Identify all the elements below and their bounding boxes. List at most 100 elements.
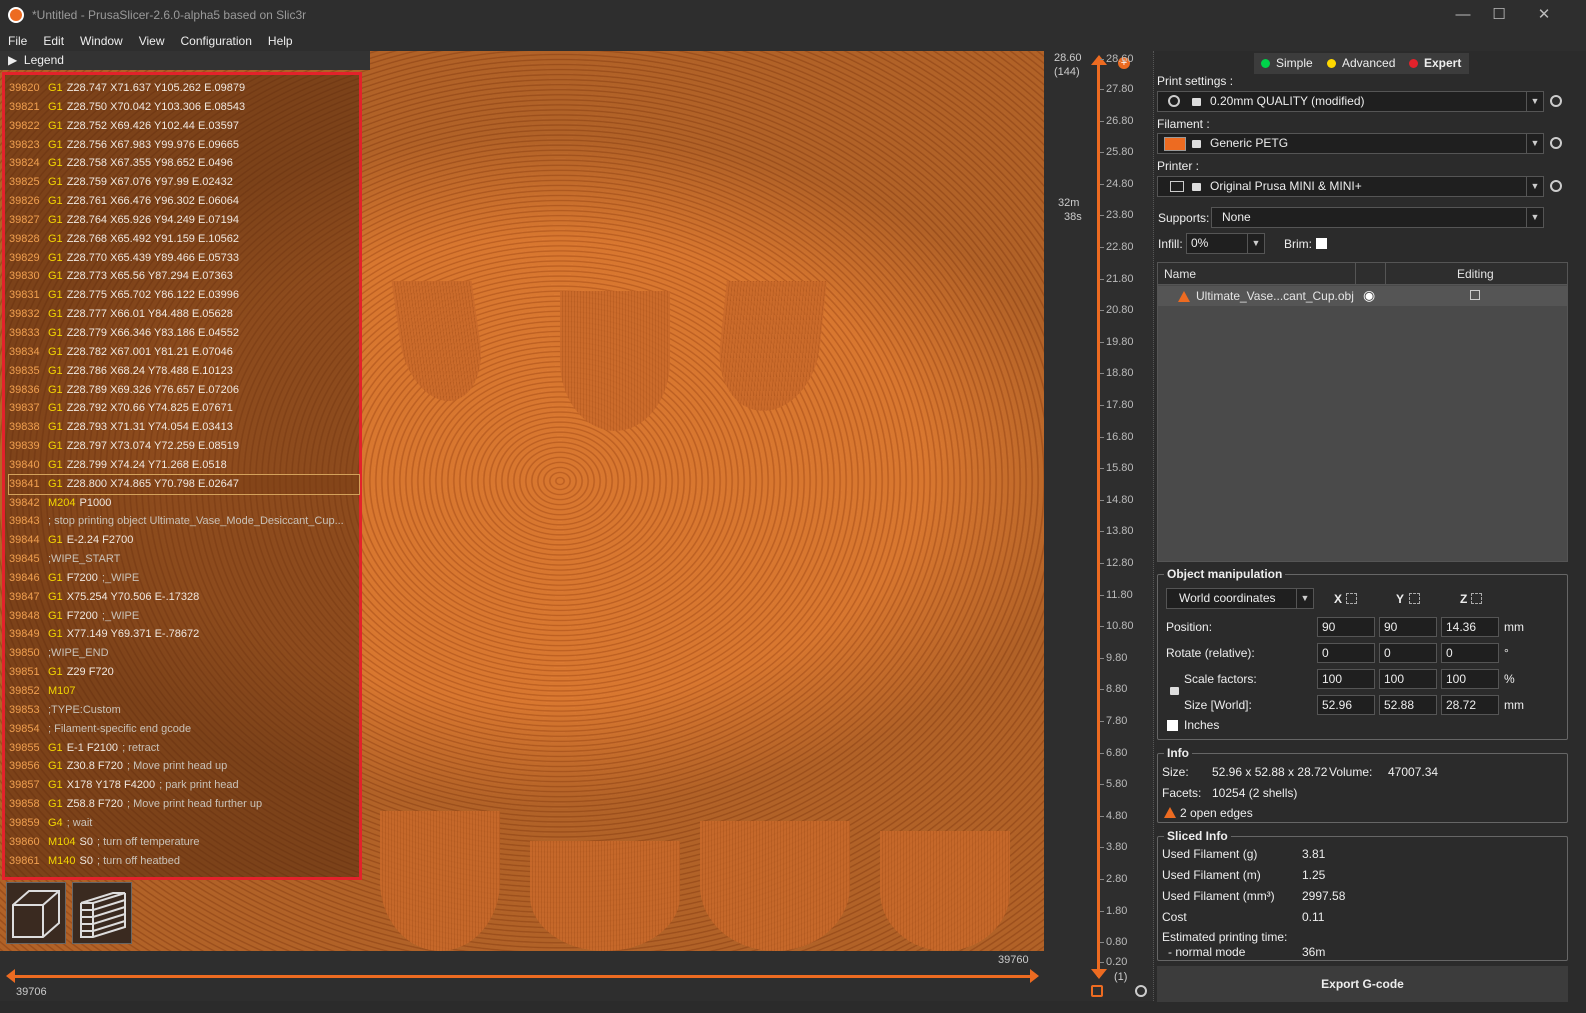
drop-to-bed-icon[interactable] [1346, 593, 1357, 604]
gcode-params: Z28.797 X73.074 Y72.259 E.08519 [66, 440, 239, 453]
filament-color-swatch[interactable] [1164, 137, 1186, 151]
horizontal-slider-track[interactable] [12, 975, 1032, 978]
gcode-line: 39853 ;TYPE:Custom [9, 701, 359, 720]
column-name[interactable]: Name [1164, 267, 1196, 281]
layer-tick-label: 18.80 [1100, 367, 1150, 379]
printer-icon [1170, 181, 1184, 192]
gcode-params: Z28.752 X69.426 Y102.44 E.03597 [66, 119, 239, 132]
gcode-command: G1 [48, 326, 63, 339]
manip-field-y[interactable]: 100 [1379, 669, 1437, 689]
gcode-command: G1 [48, 308, 63, 321]
gcode-comment: ;_WIPE [101, 609, 140, 622]
layer-tick-label: 19.80 [1100, 336, 1150, 348]
layer-top-value: 28.60 [1054, 52, 1082, 64]
gcode-params: Z28.789 X69.326 Y76.657 E.07206 [66, 383, 239, 396]
printer-combo[interactable]: Original Prusa MINI & MINI+ ▼ [1157, 176, 1544, 197]
line-number: 39823 [9, 138, 40, 151]
supports-combo[interactable]: None ▼ [1211, 207, 1544, 228]
menu-view[interactable]: View [131, 34, 173, 48]
horizontal-move-slider[interactable]: 39760 39706 [0, 951, 1044, 1001]
gcode-line: 39835 G1 Z28.786 X68.24 Y78.488 E.10123 [9, 362, 359, 381]
model-cup-shape [700, 821, 850, 951]
column-editing[interactable]: Editing [1457, 267, 1494, 281]
layer-tick-label: 23.80 [1100, 209, 1150, 221]
filament-gear-icon[interactable] [1550, 137, 1562, 149]
manip-unit: mm [1504, 698, 1524, 712]
print-settings-combo[interactable]: 0.20mm QUALITY (modified) ▼ [1157, 91, 1544, 112]
close-icon[interactable]: ✕ [1521, 0, 1567, 30]
unlock-icon[interactable] [1091, 985, 1103, 997]
export-gcode-button[interactable]: Export G-code [1157, 966, 1568, 1002]
gcode-command: G1 [48, 138, 63, 151]
manip-field-z[interactable]: 100 [1441, 669, 1499, 689]
filament-combo[interactable]: Generic PETG ▼ [1157, 133, 1544, 154]
vertical-layer-slider[interactable]: 28.60 (144) 32m 38s + (1) 28.60 27.80 26.8… [1044, 51, 1154, 1001]
slider-bottom-thumb[interactable] [1091, 969, 1107, 979]
edit-settings-icon[interactable] [1470, 290, 1480, 300]
gcode-params: X75.254 Y70.506 E-.17328 [66, 590, 200, 603]
scale-lock-icon[interactable] [1170, 687, 1179, 695]
preview-layers-icon[interactable] [72, 882, 132, 944]
gcode-line: 39848 G1 F7200 ;_WIPE [9, 607, 359, 626]
gcode-line: 39827 G1 Z28.764 X65.926 Y94.249 E.07194 [9, 211, 359, 230]
mode-simple-button[interactable]: Simple [1254, 53, 1321, 74]
menu-file[interactable]: File [0, 34, 35, 48]
manip-field-z[interactable]: 28.72 [1441, 695, 1499, 715]
vertical-slider-track[interactable] [1097, 61, 1100, 977]
mode-advanced-button[interactable]: Advanced [1320, 53, 1404, 74]
manip-field-y[interactable]: 52.88 [1379, 695, 1437, 715]
maximize-icon[interactable]: ☐ [1476, 0, 1522, 30]
print-settings-gear-icon[interactable] [1550, 95, 1562, 107]
object-list-header: Name Editing [1158, 263, 1567, 285]
gcode-params: Z28.799 X74.24 Y71.268 E.0518 [66, 458, 227, 471]
menu-window[interactable]: Window [72, 34, 131, 48]
infill-combo[interactable]: 0% ▼ [1186, 233, 1265, 254]
object-row[interactable]: Ultimate_Vase...cant_Cup.obj ◉ [1158, 286, 1567, 306]
layer-tick-label: 0.80 [1100, 936, 1150, 948]
manip-field-y[interactable]: 0 [1379, 643, 1437, 663]
gcode-command: G1 [48, 741, 63, 754]
drop-to-bed-icon[interactable] [1409, 593, 1420, 604]
manip-field-x[interactable]: 52.96 [1317, 695, 1375, 715]
line-number: 39842 [9, 496, 40, 509]
slider-top-thumb[interactable] [1091, 55, 1107, 65]
gcode-command: G1 [48, 628, 63, 641]
gcode-line: 39837 G1 Z28.792 X70.66 Y74.825 E.07671 [9, 399, 359, 418]
manip-field-z[interactable]: 14.36 [1441, 617, 1499, 637]
menu-help[interactable]: Help [260, 34, 301, 48]
menu-configuration[interactable]: Configuration [173, 34, 260, 48]
warning-icon[interactable] [1178, 291, 1190, 302]
legend-label: Legend [23, 53, 64, 67]
brim-checkbox[interactable] [1316, 238, 1327, 249]
layer-top-index: (144) [1054, 66, 1080, 78]
manip-field-y[interactable]: 90 [1379, 617, 1437, 637]
object-manipulation-title: Object manipulation [1164, 567, 1286, 581]
gcode-params: Z28.800 X74.865 Y70.798 E.02647 [66, 477, 239, 490]
gcode-line: 39845 ;WIPE_START [9, 550, 359, 569]
manip-field-x[interactable]: 90 [1317, 617, 1375, 637]
line-number: 39856 [9, 760, 40, 773]
inches-checkbox[interactable] [1167, 720, 1178, 731]
legend-toggle[interactable]: ▶ Legend [0, 51, 370, 70]
3d-view-icon[interactable] [6, 882, 66, 944]
gcode-line: 39860 M104 S0 ; turn off temperature [9, 833, 359, 852]
slider-lower-thumb[interactable] [6, 969, 15, 983]
manip-field-x[interactable]: 0 [1317, 643, 1375, 663]
menu-edit[interactable]: Edit [35, 34, 72, 48]
gcode-params: Z28.793 X71.31 Y74.054 E.03413 [66, 421, 233, 434]
mode-expert-button[interactable]: Expert [1402, 53, 1470, 74]
manip-field-x[interactable]: 100 [1317, 669, 1375, 689]
eye-icon[interactable]: ◉ [1363, 287, 1375, 304]
line-number: 39845 [9, 553, 40, 566]
lock-icon [1192, 140, 1201, 148]
line-number: 39829 [9, 251, 40, 264]
cog-icon[interactable] [1135, 985, 1147, 997]
slider-upper-thumb[interactable] [1030, 969, 1039, 983]
sliced-info-value: 3.81 [1302, 847, 1326, 861]
printer-gear-icon[interactable] [1550, 180, 1562, 192]
gcode-command: G1 [48, 213, 63, 226]
coordinates-combo[interactable]: World coordinates ▼ [1166, 588, 1314, 609]
gcode-params: Z28.756 X67.983 Y99.976 E.09665 [66, 138, 239, 151]
drop-to-bed-icon[interactable] [1471, 593, 1482, 604]
manip-field-z[interactable]: 0 [1441, 643, 1499, 663]
